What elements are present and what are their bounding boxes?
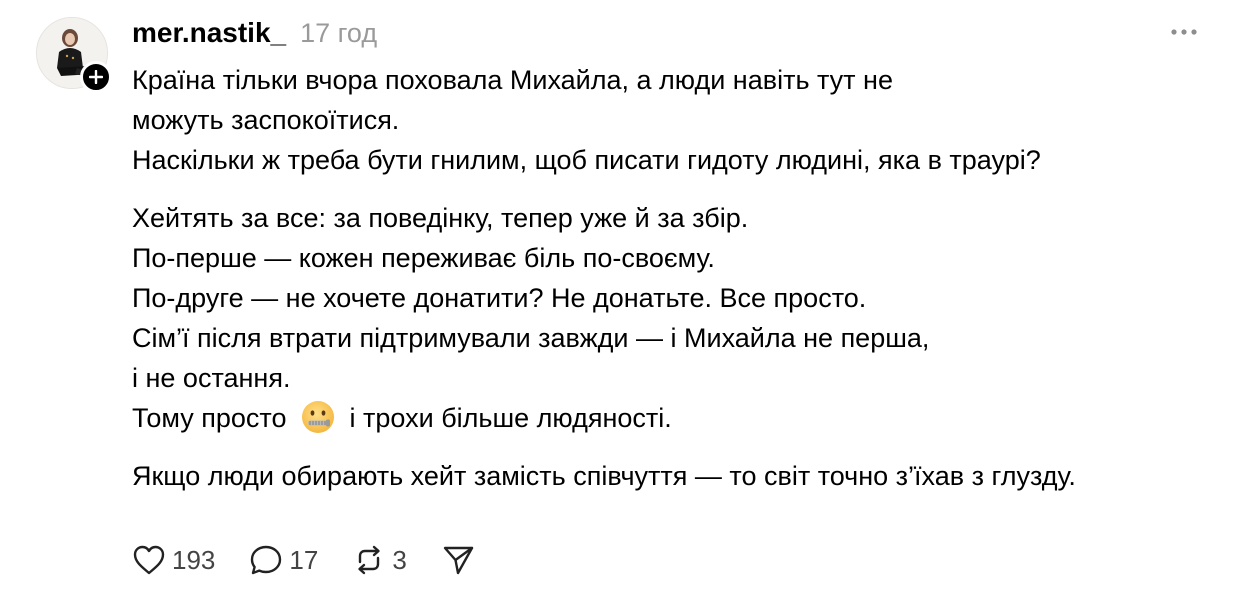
send-icon [443,546,473,575]
body-line: Сім’ї після втрати підтримували завжди —… [132,323,930,353]
plus-icon [89,70,103,84]
share-button[interactable] [441,544,475,576]
like-count: 193 [172,544,216,575]
heart-icon [133,545,165,575]
reply-button[interactable]: 17 [249,544,318,576]
body-line: можуть заспокоїтися. [132,105,400,135]
like-button[interactable]: 193 [132,544,215,576]
avatar-container [36,17,112,93]
username[interactable]: mer.nastik_ [132,17,286,49]
body-line: Якщо люди обирають хейт замість співчутт… [132,461,1076,491]
body-line-with-emoji: Тому просто і трохи більше людяності. [132,398,1222,438]
body-line: Хейтять за все: за поведінку, тепер уже … [132,203,749,233]
body-line: По-перше — кожен переживає біль по-своєм… [132,243,715,273]
body-line: і не остання. [132,363,291,393]
body-line: Країна тільки вчора поховала Михайла, а … [132,65,893,95]
zipper-mouth-face-emoji [302,400,335,433]
repost-icon [358,545,381,575]
more-options-button[interactable] [1166,18,1202,46]
timestamp[interactable]: 17 год [300,18,377,49]
body-text-after-emoji: і трохи більше людяності. [349,403,672,433]
body-line: По-друге — не хочете донатити? Не донать… [132,283,867,313]
repost-count: 3 [392,544,407,575]
thread-post: mer.nastik_ 17 год Країна тільки вчора п… [0,0,1243,600]
reply-count: 17 [289,544,319,575]
post-actions: 193 17 3 [132,538,509,582]
ellipsis-icon [1171,29,1197,35]
repost-button[interactable]: 3 [352,544,407,576]
post-header: mer.nastik_ 17 год [132,13,377,53]
follow-button[interactable] [80,61,112,93]
comment-bubble-icon [251,545,282,575]
post-body: Країна тільки вчора поховала Михайла, а … [132,60,1222,496]
body-line: Наскільки ж треба бути гнилим, щоб писат… [132,145,1041,175]
body-text-before-emoji: Тому просто [132,403,287,433]
